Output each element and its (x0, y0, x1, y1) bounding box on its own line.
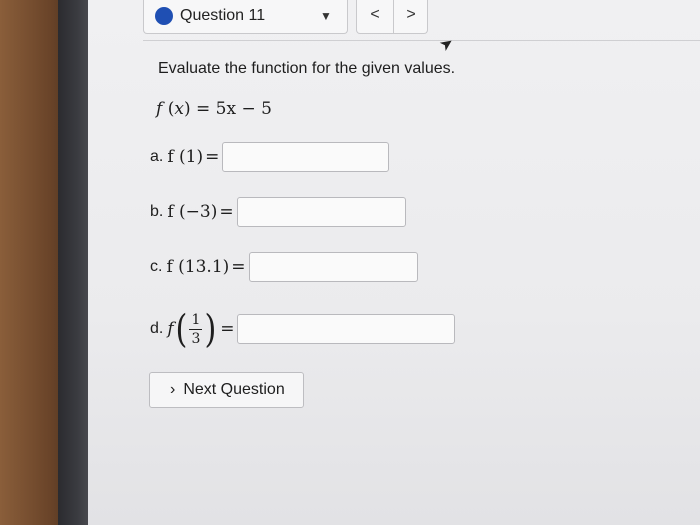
answer-input-c[interactable] (248, 252, 418, 282)
next-question-label: Next Question (183, 381, 285, 398)
screen: Question 11 ▼ < > ➤ Evaluate the functio… (88, 0, 700, 525)
function-name: f (156, 99, 163, 119)
answer-input-d[interactable] (237, 314, 456, 344)
answer-input-a[interactable] (222, 142, 390, 172)
answer-input-b[interactable] (236, 197, 406, 227)
part-label: b. (150, 203, 164, 220)
equals-sign: = (219, 202, 234, 222)
fraction: 1 3 (189, 311, 203, 348)
left-paren: ( (175, 307, 187, 351)
question-label: Question 11 (180, 7, 266, 24)
part-b: b. f (−3) = (150, 196, 406, 228)
part-d: d. f ( 1 3 ) = (150, 305, 456, 353)
part-label: d. (150, 320, 164, 337)
next-question-arrow-button[interactable]: > (393, 0, 429, 33)
equals-sign: = (205, 147, 220, 167)
toolbar-divider (143, 40, 700, 41)
function-definition: f (x) = 5x − 5 (156, 99, 272, 119)
part-c: c. f (13.1) = (150, 251, 418, 283)
status-dot-icon (155, 7, 173, 25)
part-label: a. (150, 148, 164, 165)
equals-sign: = (231, 257, 246, 277)
question-instructions: Evaluate the function for the given valu… (158, 60, 456, 77)
mouse-cursor-icon: ➤ (436, 33, 458, 56)
part-expression: f (−3) (167, 202, 218, 222)
part-a: a. f (1) = (150, 141, 390, 173)
part-function-name: f (167, 319, 174, 339)
previous-question-button[interactable]: < (357, 0, 394, 33)
part-expression: f (1) (167, 147, 204, 167)
part-label: c. (150, 258, 163, 275)
function-rhs: = 5x − 5 (195, 99, 272, 119)
fraction-denominator: 3 (191, 330, 201, 347)
next-question-button[interactable]: › Next Question (149, 372, 304, 408)
question-selector[interactable]: Question 11 ▼ (143, 0, 348, 34)
equals-sign: = (220, 319, 235, 339)
caret-down-icon[interactable]: ▼ (320, 9, 332, 23)
right-paren: ) (204, 307, 217, 351)
chevron-right-icon: › (170, 381, 176, 398)
question-nav: < > (356, 0, 428, 34)
part-expression: f (13.1) (166, 257, 230, 277)
fraction-numerator: 1 (189, 311, 203, 330)
function-arg: x (174, 99, 184, 119)
monitor-bezel (58, 0, 90, 525)
